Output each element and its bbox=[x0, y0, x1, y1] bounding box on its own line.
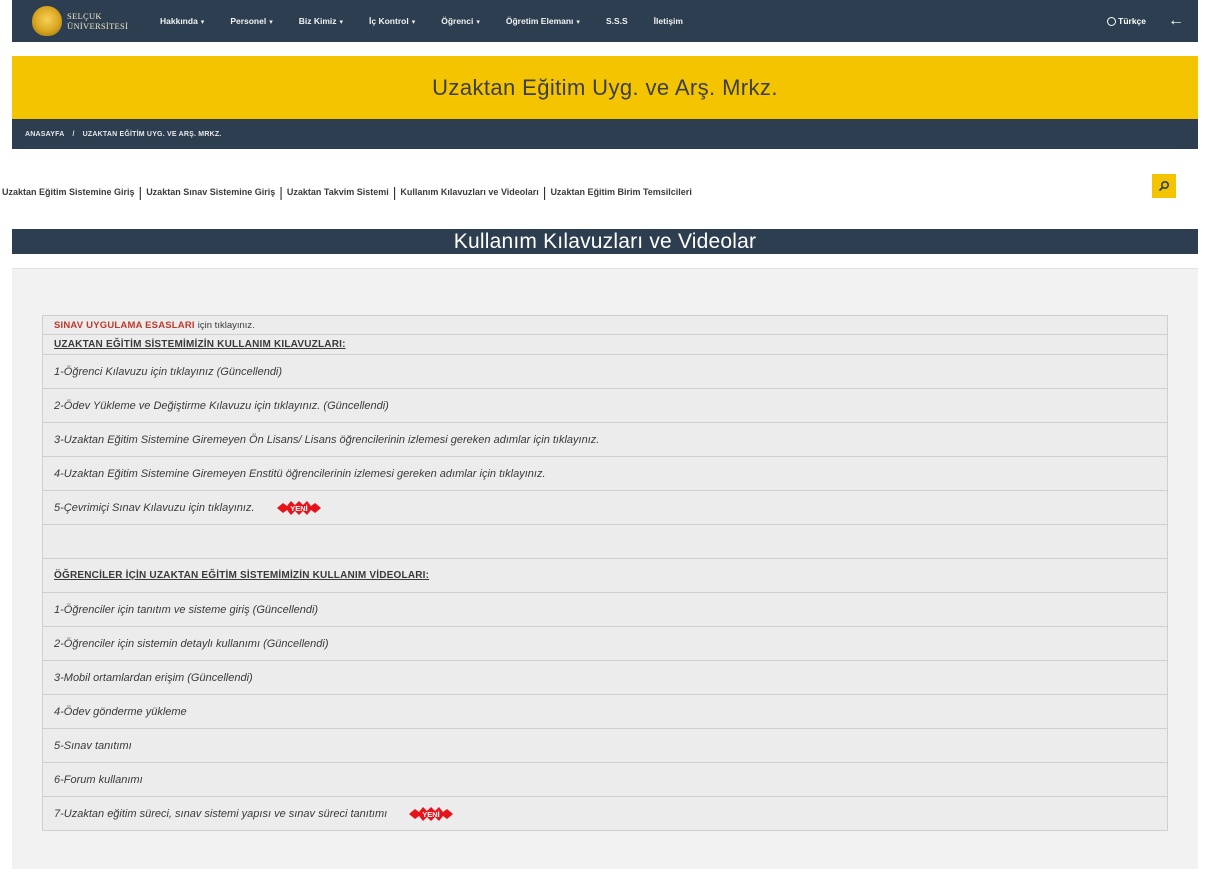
nav-label: S.S.S bbox=[605, 16, 628, 26]
nav-item-iletisim[interactable]: İletişim bbox=[654, 16, 683, 26]
chevron-down-icon: ▾ bbox=[576, 19, 580, 26]
link-separator: | bbox=[392, 184, 397, 200]
new-badge-icon: YENİ bbox=[276, 500, 321, 515]
logo-line-2: ÜNİVERSİTESİ bbox=[67, 21, 129, 31]
nav-item-biz-kimiz[interactable]: Biz Kimiz ▾ bbox=[299, 16, 343, 26]
top-navbar: SELÇUK ÜNİVERSİTESİ Hakkında ▾ Personel ▾ … bbox=[12, 0, 1198, 42]
nav-label: Öğrenci bbox=[441, 16, 474, 26]
logo-emblem bbox=[32, 6, 62, 36]
content-table: SINAV UYGULAMA ESASLARI için tıklayınız.… bbox=[42, 315, 1168, 831]
table-row: ÖĞRENCİLER İÇİN UZAKTAN EĞİTİM SİSTEMİMİ… bbox=[43, 559, 1167, 593]
hero-title: Uzaktan Eğitim Uyg. ve Arş. Mrkz. bbox=[432, 74, 778, 100]
video-link-3[interactable]: 3-Mobil ortamlardan erişim (Güncellendi) bbox=[54, 672, 253, 684]
nav-label: Personel bbox=[230, 16, 267, 26]
table-row: 2-Öğrenciler için sistemin detaylı kulla… bbox=[43, 627, 1167, 661]
link-calendar[interactable]: Uzaktan Takvim Sistemi bbox=[287, 187, 389, 197]
language-label: Türkçe bbox=[1118, 16, 1146, 26]
table-row: SINAV UYGULAMA ESASLARI için tıklayınız. bbox=[43, 316, 1167, 335]
breadcrumb: ANASAYFA / UZAKTAN EĞİTİM UYG. VE ARŞ. M… bbox=[12, 119, 1198, 149]
search-button[interactable] bbox=[1152, 174, 1176, 198]
link-separator: | bbox=[138, 184, 143, 200]
guide-link-1[interactable]: 1-Öğrenci Kılavuzu için tıklayınız (Günc… bbox=[54, 366, 282, 378]
nav-item-ogretim-elemani[interactable]: Öğretim Elemanı ▾ bbox=[506, 16, 580, 26]
table-row: 3-Mobil ortamlardan erişim (Güncellendi) bbox=[43, 661, 1167, 695]
link-separator: | bbox=[542, 184, 547, 200]
main-menu: Hakkında ▾ Personel ▾ Biz Kimiz ▾ İç Kontro… bbox=[160, 16, 709, 26]
chevron-down-icon: ▾ bbox=[476, 19, 480, 26]
nav-label: Hakkında bbox=[160, 16, 198, 26]
link-lms-login[interactable]: Uzaktan Eğitim Sistemine Giriş bbox=[2, 187, 135, 197]
link-separator: | bbox=[279, 184, 283, 200]
content-panel: SINAV UYGULAMA ESASLARI için tıklayınız.… bbox=[12, 268, 1198, 869]
topbar-right: Türkçe ← bbox=[1107, 12, 1198, 30]
link-guides-videos[interactable]: Kullanım Kılavuzları ve Videoları bbox=[400, 187, 538, 197]
guide-link-2[interactable]: 2-Ödev Yükleme ve Değiştirme Kılavuzu iç… bbox=[54, 400, 389, 412]
table-row: 1-Öğrenciler için tanıtım ve sisteme gir… bbox=[43, 593, 1167, 627]
exam-rules-suffix: için tıklayınız. bbox=[197, 319, 255, 331]
breadcrumb-current[interactable]: UZAKTAN EĞİTİM UYG. VE ARŞ. MRKZ. bbox=[83, 131, 222, 138]
back-arrow-icon[interactable]: ← bbox=[1168, 12, 1184, 30]
chevron-down-icon: ▾ bbox=[269, 19, 273, 26]
video-link-4[interactable]: 4-Ödev gönderme yükleme bbox=[54, 706, 187, 718]
nav-item-sss[interactable]: S.S.S bbox=[606, 16, 628, 26]
guide-link-5[interactable]: 5-Çevrimiçi Sınav Kılavuzu için tıklayın… bbox=[54, 502, 255, 514]
quick-links: Uzaktan Eğitim Sistemine Giriş | Uzaktan… bbox=[0, 180, 1207, 204]
video-link-5[interactable]: 5-Sınav tanıtımı bbox=[54, 740, 132, 752]
link-exam-login[interactable]: Uzaktan Sınav Sistemine Giriş bbox=[146, 187, 275, 197]
guide-link-3[interactable]: 3-Uzaktan Eğitim Sistemine Giremeyen Ön … bbox=[54, 434, 599, 446]
search-icon bbox=[1158, 180, 1170, 192]
table-row: 4-Ödev gönderme yükleme bbox=[43, 695, 1167, 729]
new-badge-text: YENİ bbox=[290, 504, 308, 513]
nav-label: İç Kontrol bbox=[369, 16, 409, 26]
nav-item-hakkinda[interactable]: Hakkında ▾ bbox=[160, 16, 204, 26]
breadcrumb-home[interactable]: ANASAYFA bbox=[25, 131, 64, 138]
video-link-7[interactable]: 7-Uzaktan eğitim süreci, sınav sistemi y… bbox=[54, 808, 387, 820]
nav-item-ogrenci[interactable]: Öğrenci ▾ bbox=[441, 16, 480, 26]
link-representatives[interactable]: Uzaktan Eğitim Birim Temsilcileri bbox=[550, 187, 691, 197]
new-badge-text: YENİ bbox=[422, 810, 440, 819]
videos-header: ÖĞRENCİLER İÇİN UZAKTAN EĞİTİM SİSTEMİMİ… bbox=[54, 570, 430, 581]
globe-icon bbox=[1107, 16, 1117, 26]
hero-banner: Uzaktan Eğitim Uyg. ve Arş. Mrkz. bbox=[12, 56, 1198, 119]
table-row: 5-Sınav tanıtımı bbox=[43, 729, 1167, 763]
university-logo[interactable]: SELÇUK ÜNİVERSİTESİ bbox=[32, 6, 150, 36]
logo-text: SELÇUK ÜNİVERSİTESİ bbox=[67, 11, 128, 31]
language-selector[interactable]: Türkçe bbox=[1107, 16, 1146, 26]
guide-link-4[interactable]: 4-Uzaktan Eğitim Sistemine Giremeyen Ens… bbox=[54, 468, 546, 480]
table-row: 5-Çevrimiçi Sınav Kılavuzu için tıklayın… bbox=[43, 491, 1167, 525]
table-row: 4-Uzaktan Eğitim Sistemine Giremeyen Ens… bbox=[43, 457, 1167, 491]
breadcrumb-separator: / bbox=[72, 130, 75, 138]
section-title-bar: Kullanım Kılavuzları ve Videolar bbox=[12, 229, 1198, 254]
table-row: 3-Uzaktan Eğitim Sistemine Giremeyen Ön … bbox=[43, 423, 1167, 457]
table-row: 7-Uzaktan eğitim süreci, sınav sistemi y… bbox=[43, 797, 1167, 831]
page-title: Kullanım Kılavuzları ve Videolar bbox=[453, 229, 757, 253]
table-row: UZAKTAN EĞİTİM SİSTEMİMİZİN KULLANIM KIL… bbox=[43, 335, 1167, 355]
table-row-empty bbox=[43, 525, 1167, 559]
video-link-6[interactable]: 6-Forum kullanımı bbox=[54, 774, 143, 786]
table-row: 6-Forum kullanımı bbox=[43, 763, 1167, 797]
guides-header: UZAKTAN EĞİTİM SİSTEMİMİZİN KULLANIM KIL… bbox=[54, 339, 346, 350]
table-row: 2-Ödev Yükleme ve Değiştirme Kılavuzu iç… bbox=[43, 389, 1167, 423]
chevron-down-icon: ▾ bbox=[200, 19, 205, 26]
video-link-1[interactable]: 1-Öğrenciler için tanıtım ve sisteme gir… bbox=[54, 604, 318, 616]
table-row: 1-Öğrenci Kılavuzu için tıklayınız (Günc… bbox=[43, 355, 1167, 389]
chevron-down-icon: ▾ bbox=[411, 19, 416, 26]
logo-line-1: SELÇUK bbox=[67, 11, 102, 21]
video-link-2[interactable]: 2-Öğrenciler için sistemin detaylı kulla… bbox=[54, 638, 329, 650]
nav-label: İletişim bbox=[653, 16, 683, 26]
new-badge-icon: YENİ bbox=[409, 806, 454, 821]
nav-label: Öğretim Elemanı bbox=[505, 16, 574, 26]
exam-rules-link[interactable]: SINAV UYGULAMA ESASLARI bbox=[54, 320, 195, 331]
nav-item-personel[interactable]: Personel ▾ bbox=[230, 16, 272, 26]
chevron-down-icon: ▾ bbox=[339, 19, 344, 26]
nav-item-ic-kontrol[interactable]: İç Kontrol ▾ bbox=[369, 16, 415, 26]
nav-label: Biz Kimiz bbox=[298, 16, 337, 26]
